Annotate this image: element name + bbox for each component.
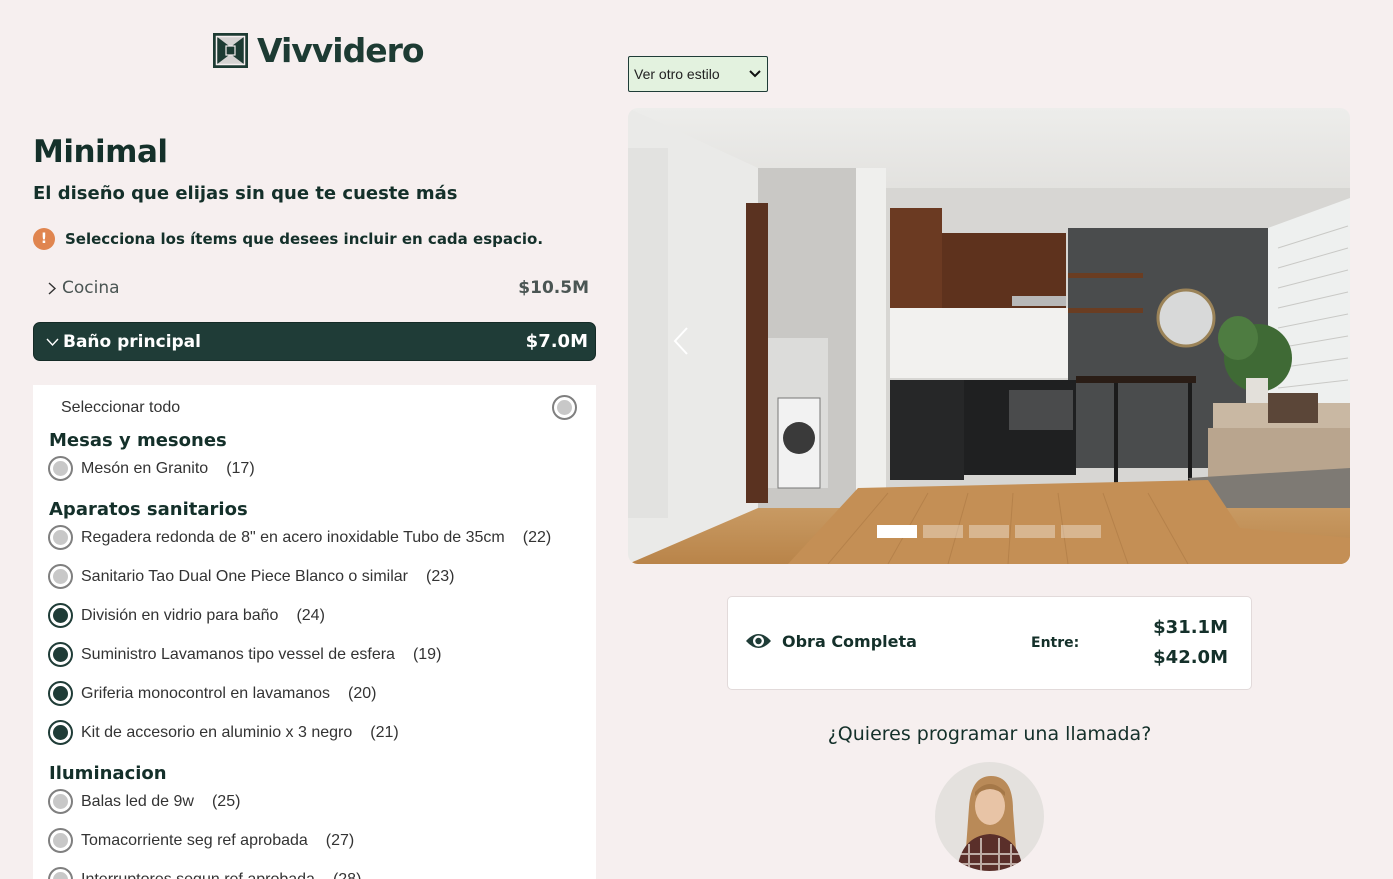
item-radio[interactable]: [48, 603, 73, 628]
advisor-avatar[interactable]: [935, 762, 1044, 871]
chevron-down-icon: [749, 70, 761, 78]
item-radio[interactable]: [48, 525, 73, 550]
hero-carousel[interactable]: [628, 108, 1350, 564]
item-radio[interactable]: [48, 867, 73, 879]
style-select[interactable]: Ver otro estilo: [628, 56, 768, 92]
space-price: $7.0M: [525, 331, 588, 352]
hint-text: Selecciona los ítems que desees incluir …: [65, 230, 544, 248]
carousel-dot[interactable]: [877, 525, 917, 538]
carousel-indicators: [877, 525, 1101, 538]
item-label: Mesón en Granito: [81, 459, 209, 477]
select-all-row[interactable]: Seleccionar todo: [61, 395, 577, 420]
style-select-value: Ver otro estilo: [634, 66, 720, 82]
item-row[interactable]: División en vidrio para baño (24): [48, 603, 325, 628]
item-qty: (20): [348, 684, 377, 702]
chevron-right-icon: [48, 281, 57, 295]
space-label: Baño principal: [63, 331, 201, 352]
selection-hint: ! Selecciona los ítems que desees inclui…: [33, 228, 543, 250]
carousel-dot[interactable]: [923, 525, 963, 538]
items-panel: Seleccionar todo Mesas y mesones Mesón e…: [33, 385, 596, 879]
item-radio[interactable]: [48, 456, 73, 481]
item-row[interactable]: Regadera redonda de 8" en acero inoxidab…: [48, 525, 551, 550]
item-radio[interactable]: [48, 828, 73, 853]
item-qty: (21): [370, 723, 399, 741]
item-qty: (22): [522, 528, 552, 546]
range-min-price: $31.1M: [1153, 617, 1228, 638]
item-label: Tomacorriente seg ref aprobada: [81, 831, 308, 849]
chevron-down-icon: [46, 338, 59, 347]
group-title: Mesas y mesones: [49, 430, 227, 451]
item-qty: (23): [425, 567, 455, 585]
range-max-price: $42.0M: [1153, 647, 1228, 668]
page-title: Minimal: [33, 134, 168, 170]
item-label: Balas led de 9w: [81, 792, 194, 810]
interior-render-image: [628, 108, 1350, 564]
advisor-photo: [935, 762, 1044, 871]
item-qty: (25): [211, 792, 241, 810]
item-label: Sanitario Tao Dual One Piece Blanco o si…: [81, 567, 408, 585]
item-qty: (27): [325, 831, 355, 849]
item-label: Regadera redonda de 8" en acero inoxidab…: [81, 528, 505, 546]
item-row[interactable]: Suministro Lavamanos tipo vessel de esfe…: [48, 642, 441, 667]
carousel-prev-arrow-icon[interactable]: [672, 326, 692, 356]
brand-logo[interactable]: Vivvidero: [213, 31, 425, 70]
item-radio[interactable]: [48, 564, 73, 589]
item-row[interactable]: Balas led de 9w (25): [48, 789, 240, 814]
item-radio[interactable]: [48, 789, 73, 814]
item-radio[interactable]: [48, 720, 73, 745]
total-label-row: Obra Completa: [745, 630, 917, 652]
space-cocina[interactable]: Cocina $10.5M: [33, 274, 596, 302]
item-label: Suministro Lavamanos tipo vessel de esfe…: [81, 645, 395, 663]
carousel-dot[interactable]: [969, 525, 1009, 538]
space-label: Cocina: [62, 278, 120, 298]
carousel-dot[interactable]: [1061, 525, 1101, 538]
logo-mark-icon: [213, 33, 248, 68]
total-estimate-card: Obra Completa Entre: $31.1M $42.0M: [727, 596, 1252, 690]
item-row[interactable]: Interruptores segun ref aprobada (28): [48, 867, 361, 879]
item-label: División en vidrio para baño: [81, 606, 279, 624]
item-radio[interactable]: [48, 642, 73, 667]
eye-icon[interactable]: [745, 630, 772, 652]
item-qty: (17): [226, 459, 255, 477]
item-row[interactable]: Mesón en Granito (17): [48, 456, 255, 481]
item-qty: (24): [296, 606, 325, 624]
item-radio[interactable]: [48, 681, 73, 706]
range-label: Entre:: [1031, 635, 1080, 651]
item-label: Interruptores segun ref aprobada: [81, 870, 315, 879]
group-title: Iluminacion: [49, 763, 167, 784]
item-row[interactable]: Kit de accesorio en aluminio x 3 negro (…: [48, 720, 399, 745]
item-qty: (19): [412, 645, 442, 663]
brand-name: Vivvidero: [257, 31, 425, 70]
group-title: Aparatos sanitarios: [49, 499, 248, 520]
space-price: $10.5M: [518, 278, 589, 298]
select-all-radio[interactable]: [552, 395, 577, 420]
warning-icon: !: [33, 228, 55, 250]
item-row[interactable]: Tomacorriente seg ref aprobada (27): [48, 828, 354, 853]
page-subtitle: El diseño que elijas sin que te cueste m…: [33, 183, 458, 204]
space-bano-principal[interactable]: Baño principal $7.0M: [33, 322, 596, 361]
item-row[interactable]: Sanitario Tao Dual One Piece Blanco o si…: [48, 564, 454, 589]
select-all-label: Seleccionar todo: [61, 398, 181, 416]
item-label: Kit de accesorio en aluminio x 3 negro: [81, 723, 353, 741]
item-label: Griferia monocontrol en lavamanos: [81, 684, 331, 702]
total-label: Obra Completa: [782, 631, 917, 651]
item-row[interactable]: Griferia monocontrol en lavamanos (20): [48, 681, 376, 706]
item-qty: (28): [332, 870, 362, 879]
carousel-dot[interactable]: [1015, 525, 1055, 538]
schedule-call-title: ¿Quieres programar una llamada?: [827, 723, 1152, 745]
